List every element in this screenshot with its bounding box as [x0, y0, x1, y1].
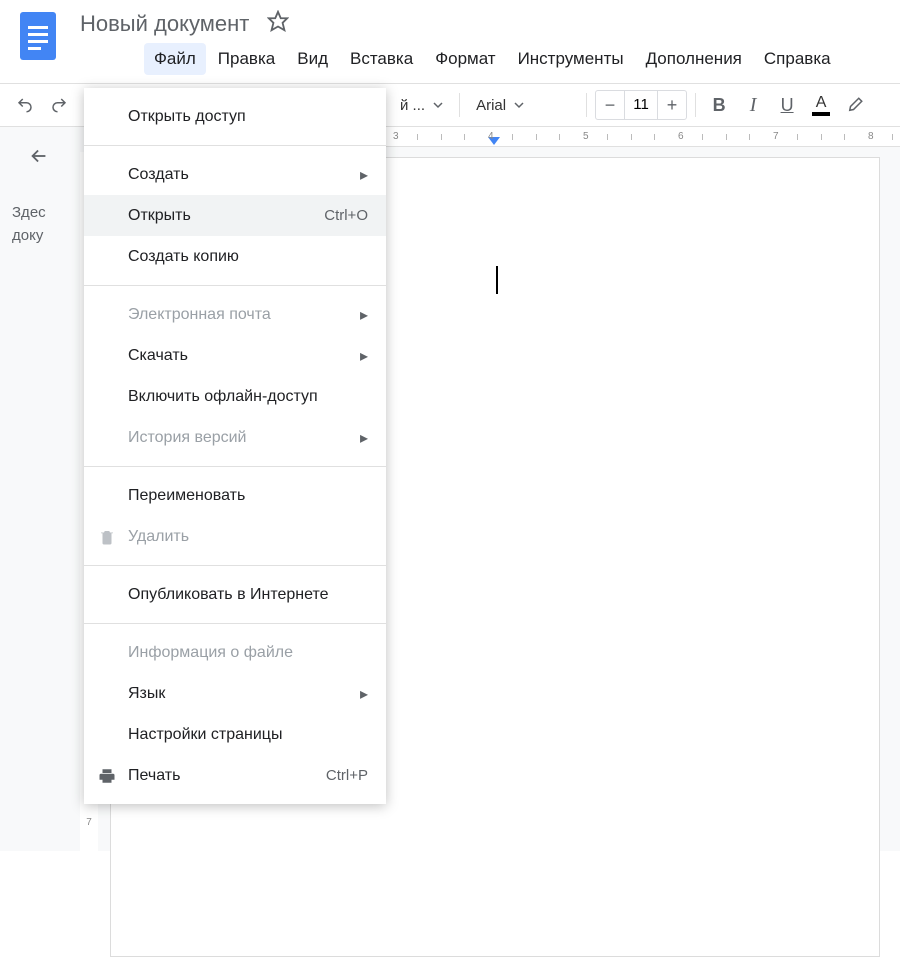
menu-email[interactable]: Электронная почта▸ — [84, 294, 386, 335]
outline-placeholder-line2: доку — [12, 225, 68, 248]
font-size-input[interactable]: 11 — [624, 91, 658, 119]
menu-make-copy[interactable]: Создать копию — [84, 236, 386, 277]
print-icon — [96, 767, 118, 785]
menu-view[interactable]: Вид — [287, 43, 338, 75]
chevron-right-icon: ▸ — [360, 305, 368, 325]
outline-panel: Здес доку — [0, 127, 80, 851]
menu-create[interactable]: Создать▸ — [84, 154, 386, 195]
menu-publish[interactable]: Опубликовать в Интернете — [84, 574, 386, 615]
trash-icon — [96, 528, 118, 546]
file-menu-dropdown: Открыть доступ Создать▸ ОткрытьCtrl+O Со… — [84, 88, 386, 804]
docs-logo-icon[interactable] — [16, 10, 60, 62]
menu-file-info[interactable]: Информация о файле — [84, 632, 386, 673]
font-size-increase-button[interactable]: + — [658, 91, 686, 119]
menu-rename[interactable]: Переименовать — [84, 475, 386, 516]
chevron-right-icon: ▸ — [360, 428, 368, 448]
menu-format[interactable]: Формат — [425, 43, 505, 75]
font-size-control: − 11 + — [595, 90, 687, 120]
font-size-decrease-button[interactable]: − — [596, 91, 624, 119]
font-family-dropdown[interactable]: Arial — [468, 90, 578, 120]
menu-version-history[interactable]: История версий▸ — [84, 417, 386, 458]
menu-page-setup[interactable]: Настройки страницы — [84, 714, 386, 755]
redo-button[interactable] — [44, 90, 74, 120]
menu-print[interactable]: ПечатьCtrl+P — [84, 755, 386, 796]
chevron-right-icon: ▸ — [360, 165, 368, 185]
menu-language[interactable]: Язык▸ — [84, 673, 386, 714]
menu-insert[interactable]: Вставка — [340, 43, 423, 75]
underline-button[interactable]: U — [772, 90, 802, 120]
star-icon[interactable] — [267, 10, 289, 37]
highlight-button[interactable] — [840, 90, 870, 120]
menu-tools[interactable]: Инструменты — [508, 43, 634, 75]
chevron-down-icon — [433, 100, 443, 110]
chevron-down-icon — [514, 100, 524, 110]
menu-download[interactable]: Скачать▸ — [84, 335, 386, 376]
chevron-right-icon: ▸ — [360, 346, 368, 366]
menubar: Файл Правка Вид Вставка Формат Инструмен… — [144, 37, 884, 83]
undo-button[interactable] — [10, 90, 40, 120]
menu-addons[interactable]: Дополнения — [636, 43, 752, 75]
text-color-button[interactable]: A — [806, 90, 836, 120]
chevron-right-icon: ▸ — [360, 684, 368, 704]
menu-offline[interactable]: Включить офлайн-доступ — [84, 376, 386, 417]
menu-file[interactable]: Файл — [144, 43, 206, 75]
menu-help[interactable]: Справка — [754, 43, 841, 75]
paragraph-style-dropdown[interactable]: й ... — [392, 90, 451, 120]
bold-button[interactable]: B — [704, 90, 734, 120]
menu-edit[interactable]: Правка — [208, 43, 285, 75]
menu-share[interactable]: Открыть доступ — [84, 96, 386, 137]
menu-open[interactable]: ОткрытьCtrl+O — [84, 195, 386, 236]
back-arrow-icon[interactable] — [28, 145, 68, 172]
text-cursor — [496, 266, 498, 294]
document-title[interactable]: Новый документ — [80, 11, 249, 37]
italic-button[interactable]: I — [738, 90, 768, 120]
outline-placeholder-line1: Здес — [12, 202, 68, 225]
menu-delete[interactable]: Удалить — [84, 516, 386, 557]
